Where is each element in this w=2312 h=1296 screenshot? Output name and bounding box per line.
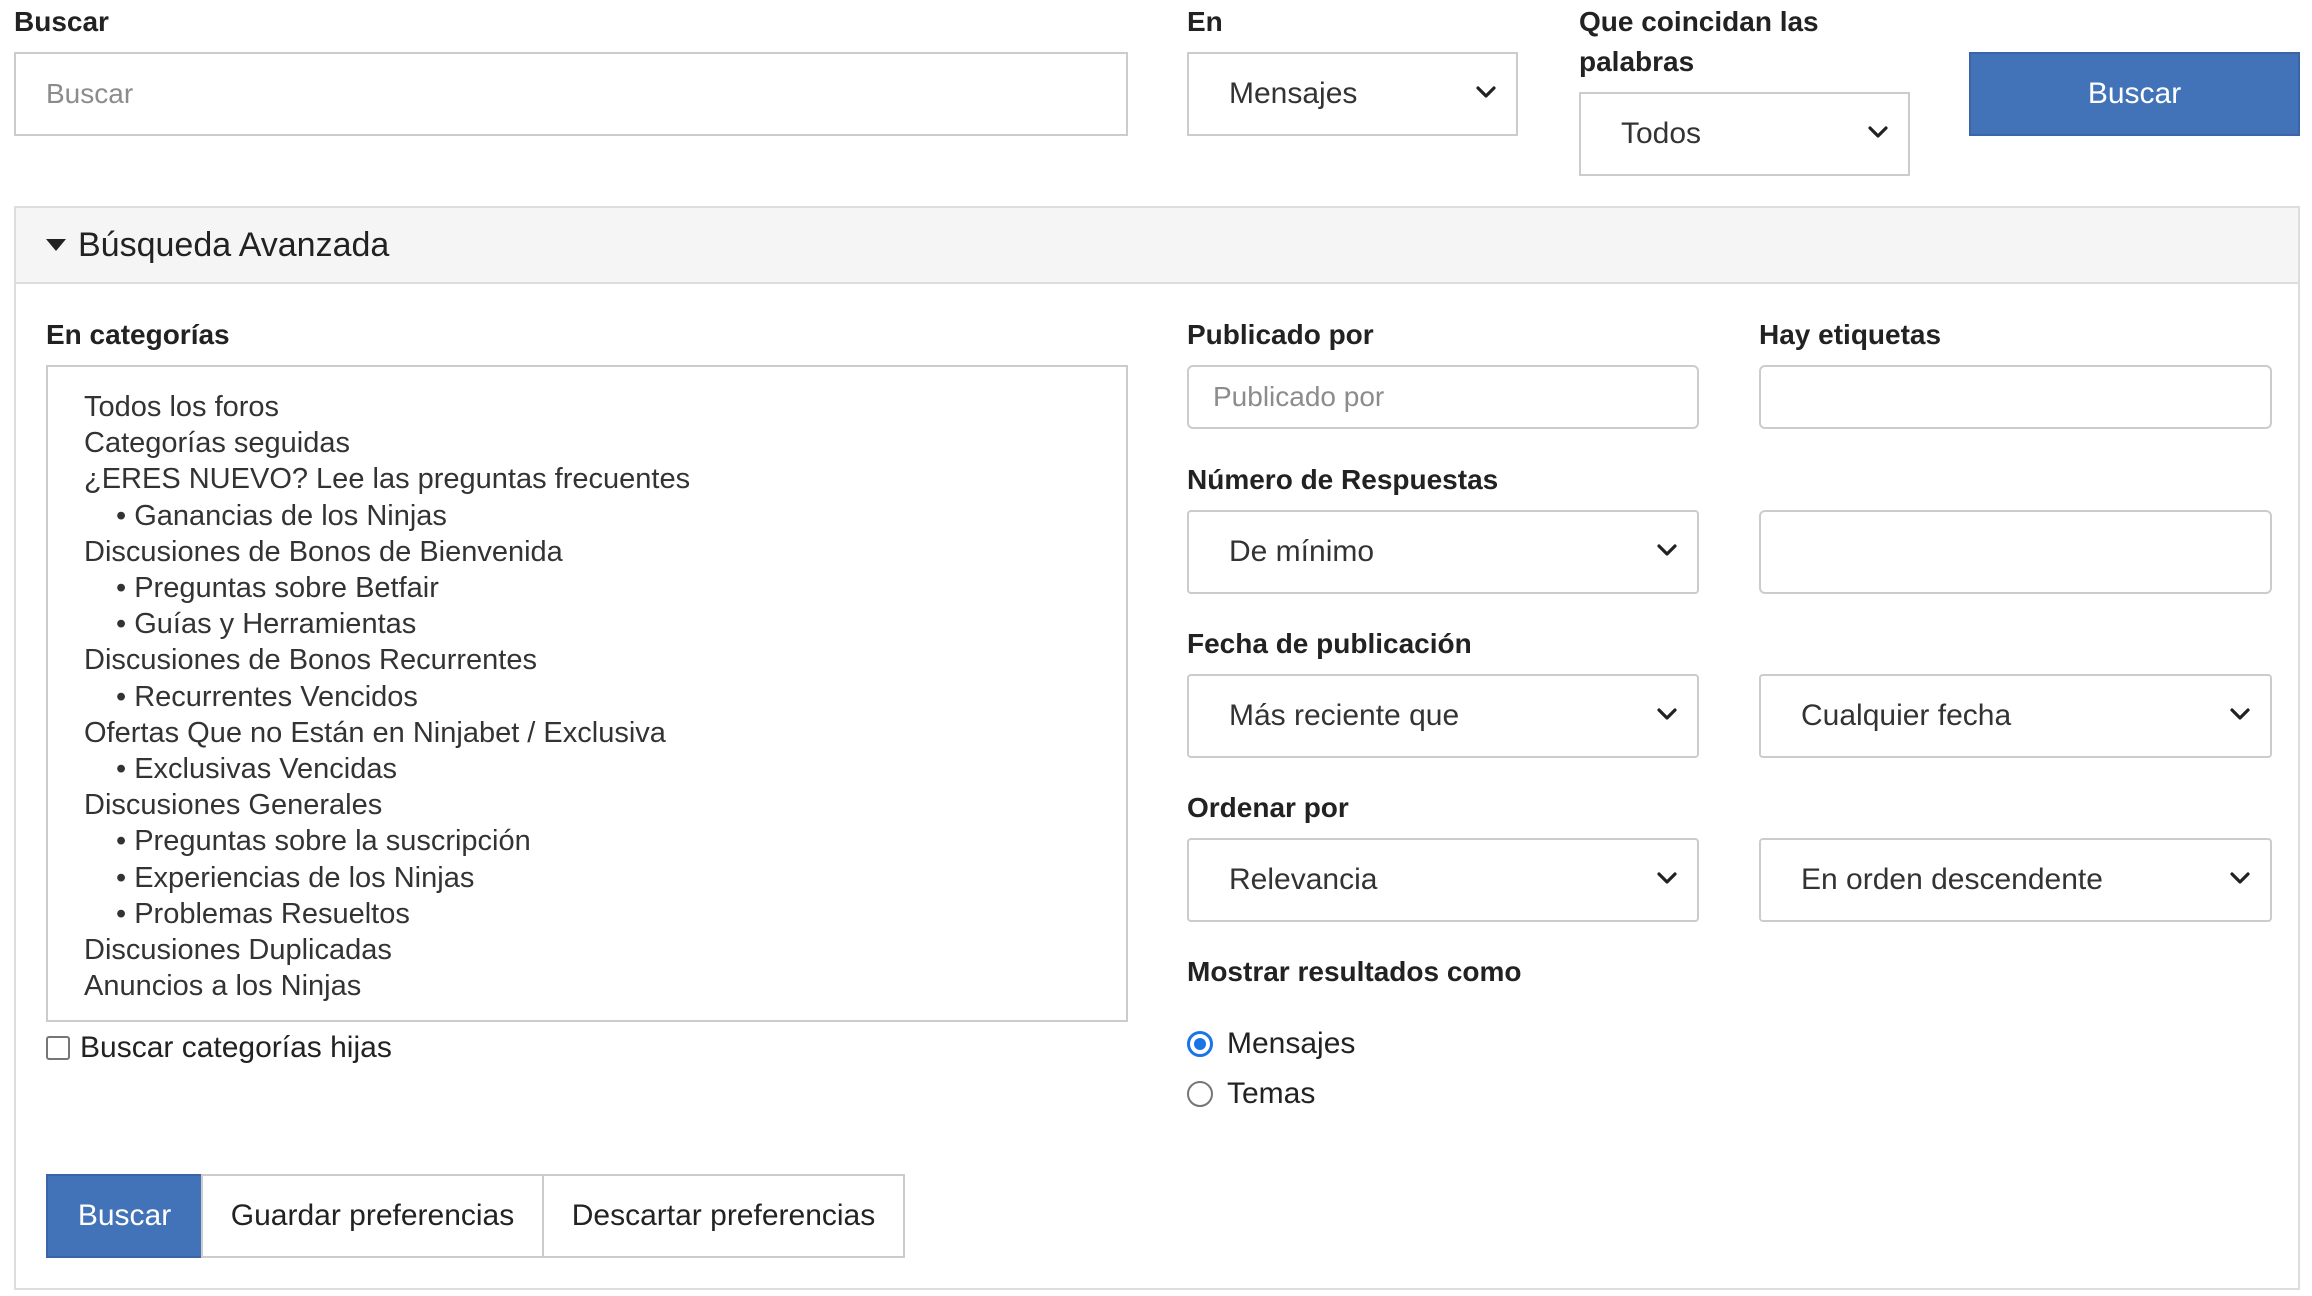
- child-categories-checkbox[interactable]: [46, 1036, 70, 1060]
- radio-temas[interactable]: [1187, 1081, 1213, 1107]
- in-select-value: Mensajes: [1229, 77, 1358, 110]
- replies-mode-value: De mínimo: [1229, 535, 1375, 568]
- list-item[interactable]: • Problemas Resueltos: [48, 896, 1126, 932]
- list-item[interactable]: • Exclusivas Vencidas: [48, 751, 1126, 787]
- posted-by-input[interactable]: [1187, 365, 1699, 429]
- posted-by-label: Publicado por: [1187, 319, 1374, 350]
- chevron-down-icon: [1868, 126, 1888, 138]
- advanced-search-toggle[interactable]: Búsqueda Avanzada: [16, 208, 2298, 284]
- match-select-value: Todos: [1621, 117, 1702, 150]
- chevron-down-icon: [1657, 544, 1677, 556]
- list-item[interactable]: ¿ERES NUEVO? Lee las preguntas frecuente…: [48, 461, 1126, 497]
- list-item[interactable]: • Guías y Herramientas: [48, 606, 1126, 642]
- discard-preferences-button[interactable]: Descartar preferencias: [542, 1174, 905, 1258]
- show-as-label: Mostrar resultados como: [1187, 956, 1522, 987]
- list-item[interactable]: • Preguntas sobre Betfair: [48, 570, 1126, 606]
- date-mode-select[interactable]: Más reciente que: [1187, 674, 1699, 758]
- caret-down-icon: [46, 239, 66, 251]
- radio-mensajes-label: Mensajes: [1227, 1027, 1356, 1060]
- date-label: Fecha de publicación: [1187, 628, 1472, 659]
- list-item[interactable]: Categorías seguidas: [48, 425, 1126, 461]
- child-categories-option[interactable]: Buscar categorías hijas: [46, 1028, 392, 1068]
- top-search-button[interactable]: Buscar: [1969, 52, 2300, 136]
- list-item[interactable]: Discusiones de Bonos Recurrentes: [48, 642, 1126, 678]
- replies-count-input[interactable]: [1759, 510, 2272, 594]
- match-label-line2: palabras: [1579, 46, 1695, 77]
- child-categories-label: Buscar categorías hijas: [80, 1031, 392, 1064]
- order-direction-select[interactable]: En orden descendente: [1759, 838, 2272, 922]
- order-by-select[interactable]: Relevancia: [1187, 838, 1699, 922]
- list-item[interactable]: • Recurrentes Vencidos: [48, 679, 1126, 715]
- date-value: Cualquier fecha: [1801, 699, 2012, 732]
- list-item[interactable]: Ofertas Que no Están en Ninjabet / Exclu…: [48, 715, 1126, 751]
- categories-label: En categorías: [46, 319, 230, 350]
- date-value-select[interactable]: Cualquier fecha: [1759, 674, 2272, 758]
- match-select[interactable]: Todos: [1579, 92, 1910, 176]
- search-input[interactable]: [14, 52, 1128, 136]
- chevron-down-icon: [2230, 872, 2250, 884]
- date-mode-value: Más reciente que: [1229, 699, 1460, 732]
- replies-mode-select[interactable]: De mínimo: [1187, 510, 1699, 594]
- list-item[interactable]: Discusiones Duplicadas: [48, 932, 1126, 968]
- order-by-value: Relevancia: [1229, 863, 1378, 896]
- search-label: Buscar: [14, 6, 109, 37]
- list-item[interactable]: • Ganancias de los Ninjas: [48, 498, 1126, 534]
- tags-label: Hay etiquetas: [1759, 319, 1942, 350]
- tags-input[interactable]: [1759, 365, 2272, 429]
- save-preferences-button[interactable]: Guardar preferencias: [201, 1174, 544, 1258]
- radio-mensajes[interactable]: [1187, 1031, 1213, 1057]
- order-label: Ordenar por: [1187, 792, 1349, 823]
- replies-label: Número de Respuestas: [1187, 464, 1499, 495]
- radio-temas-label: Temas: [1227, 1077, 1316, 1110]
- show-as-option-mensajes[interactable]: Mensajes: [1187, 1024, 1355, 1064]
- categories-list[interactable]: Todos los foros Categorías seguidas ¿ERE…: [46, 365, 1128, 1022]
- order-direction-value: En orden descendente: [1801, 863, 2103, 896]
- in-label: En: [1187, 6, 1223, 37]
- match-label-line1: Que coincidan las: [1579, 6, 1819, 37]
- advanced-search-title: Búsqueda Avanzada: [78, 225, 390, 264]
- advanced-search-button[interactable]: Buscar: [46, 1174, 203, 1258]
- list-item[interactable]: • Preguntas sobre la suscripción: [48, 823, 1126, 859]
- chevron-down-icon: [1657, 708, 1677, 720]
- list-item[interactable]: Todos los foros: [48, 389, 1126, 425]
- list-item[interactable]: Anuncios a los Ninjas: [48, 968, 1126, 1004]
- list-item[interactable]: Discusiones Generales: [48, 787, 1126, 823]
- chevron-down-icon: [1657, 872, 1677, 884]
- list-item[interactable]: • Experiencias de los Ninjas: [48, 860, 1126, 896]
- in-select[interactable]: Mensajes: [1187, 52, 1518, 136]
- chevron-down-icon: [1476, 86, 1496, 98]
- chevron-down-icon: [2230, 708, 2250, 720]
- list-item[interactable]: Discusiones de Bonos de Bienvenida: [48, 534, 1126, 570]
- show-as-option-temas[interactable]: Temas: [1187, 1074, 1315, 1114]
